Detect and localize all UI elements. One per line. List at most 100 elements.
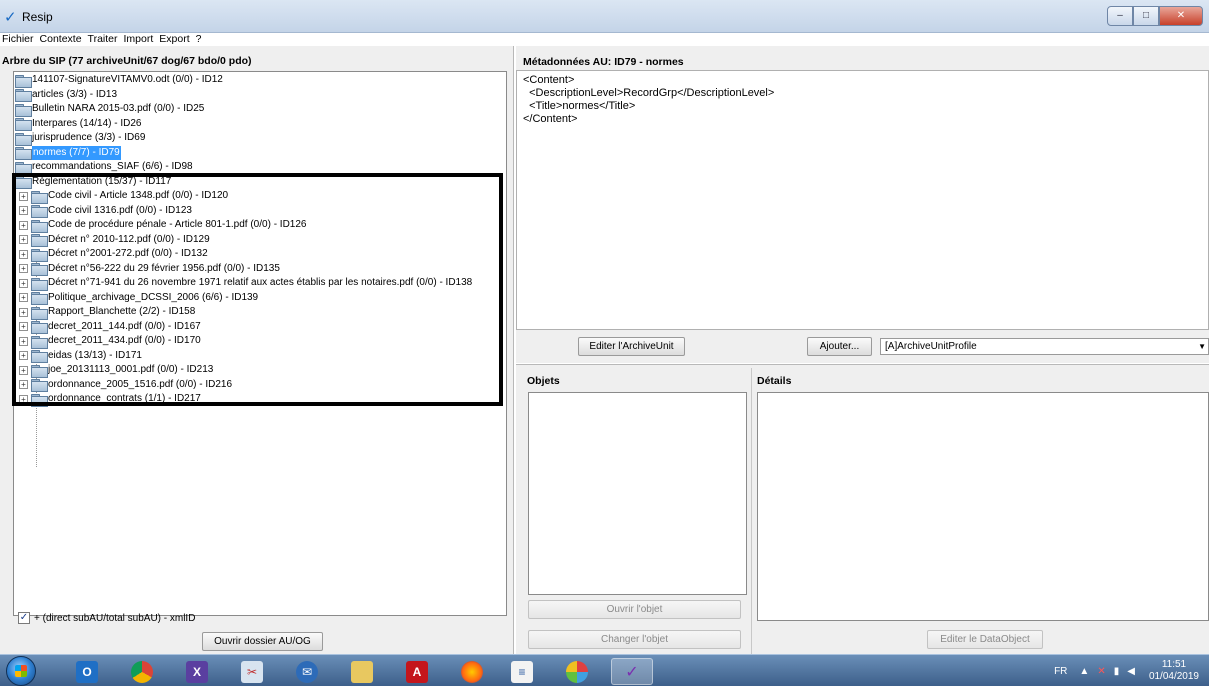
xmlid-checkbox[interactable]: ✓ bbox=[18, 612, 30, 624]
start-button[interactable] bbox=[6, 656, 36, 686]
details-header: Détails bbox=[757, 375, 792, 387]
tree-child-node[interactable]: + Décret n° 2010-112.pdf (0/0) - ID129 bbox=[19, 233, 210, 247]
tree-node[interactable]: normes (7/7) - ID79 bbox=[15, 145, 121, 160]
taskbar-explorer[interactable] bbox=[341, 658, 383, 685]
taskbar-thunderbird[interactable]: ✉ bbox=[286, 658, 328, 685]
expand-icon[interactable]: + bbox=[19, 394, 28, 404]
tree-node[interactable]: articles (3/3) - ID13 bbox=[15, 88, 117, 102]
folder-icon bbox=[31, 321, 48, 334]
tree-node-label: decret_2011_434.pdf (0/0) - ID170 bbox=[48, 335, 201, 346]
dropdown-arrow-icon: ▼ bbox=[1198, 342, 1206, 351]
taskbar-outlook[interactable]: O bbox=[66, 658, 108, 685]
tree-node[interactable]: recommandations_SIAF (6/6) - ID98 bbox=[15, 160, 193, 175]
title-bar: ✓ Resip – □ ✕ bbox=[0, 0, 1209, 33]
tree-child-node[interactable]: + Rapport_Blanchette (2/2) - ID158 bbox=[19, 305, 195, 320]
xmlid-option[interactable]: ✓ + (direct subAU/total subAU) - xmlID bbox=[18, 612, 195, 624]
tree-node-label: 141107-SignatureVITAMV0.odt (0/0) - ID12 bbox=[32, 74, 223, 85]
expand-icon[interactable]: + bbox=[19, 249, 28, 259]
tree-child-node[interactable]: + Code de procédure pénale - Article 801-… bbox=[19, 218, 307, 233]
tree-child-node[interactable]: + Code civil - Article 1348.pdf (0/0) - I… bbox=[19, 189, 228, 204]
menu-export[interactable]: Export bbox=[156, 33, 192, 46]
tree-node[interactable]: 141107-SignatureVITAMV0.odt (0/0) - ID12 bbox=[15, 73, 223, 88]
object-details[interactable] bbox=[757, 392, 1209, 621]
expand-icon[interactable]: + bbox=[19, 336, 28, 346]
tree-child-node[interactable]: + ordonnance_2005_1516.pdf (0/0) - ID216 bbox=[19, 378, 232, 392]
tree-child-node[interactable]: + Décret n°56-222 du 29 février 1956.pdf … bbox=[19, 262, 280, 276]
maximize-button[interactable]: □ bbox=[1133, 6, 1159, 26]
taskbar-snipping[interactable]: ✂ bbox=[231, 658, 273, 685]
tree-node-label: joe_20131113_0001.pdf (0/0) - ID213 bbox=[48, 364, 214, 375]
x-app-icon: X bbox=[186, 660, 208, 683]
edit-dataobject-button[interactable]: Editer le DataObject bbox=[927, 630, 1043, 649]
taskbar-paint[interactable] bbox=[556, 658, 598, 685]
xml-line: <DescriptionLevel>RecordGrp</Description… bbox=[523, 87, 775, 99]
archiveunit-profile-select[interactable]: [A]ArchiveUnitProfile ▼ bbox=[880, 338, 1209, 355]
menu-import[interactable]: Import bbox=[121, 33, 157, 46]
clock[interactable]: 11:51 01/04/2019 bbox=[1149, 659, 1199, 683]
tree-node-label: decret_2011_144.pdf (0/0) - ID167 bbox=[48, 320, 201, 332]
folder-icon bbox=[31, 379, 48, 392]
tree-node[interactable]: jurisprudence (3/3) - ID69 bbox=[15, 131, 146, 146]
app-check-icon: ✓ bbox=[4, 9, 17, 26]
tree-node[interactable]: Interpares (14/14) - ID26 bbox=[15, 117, 142, 131]
tree-node-label: jurisprudence (3/3) - ID69 bbox=[32, 132, 146, 143]
expand-icon[interactable]: + bbox=[19, 293, 28, 302]
expand-icon[interactable]: + bbox=[19, 380, 28, 389]
folder-icon bbox=[31, 190, 48, 204]
tree-child-node[interactable]: + Code civil 1316.pdf (0/0) - ID123 bbox=[19, 204, 192, 218]
taskbar: O X ✂ ✉ A ≡ ✓ FR ▲ ✕ ▮ ◀ 11:51 01/04/201… bbox=[0, 654, 1209, 686]
change-object-button[interactable]: Changer l'objet bbox=[528, 630, 741, 649]
taskbar-resip[interactable]: ✓ bbox=[611, 658, 653, 685]
tree-node-label: Bulletin NARA 2015-03.pdf (0/0) - ID25 bbox=[32, 103, 205, 114]
minimize-button[interactable]: – bbox=[1107, 6, 1133, 26]
taskbar-chrome[interactable] bbox=[121, 658, 163, 685]
expand-icon[interactable]: + bbox=[19, 322, 28, 331]
expand-icon[interactable]: + bbox=[19, 307, 28, 317]
tree-child-node[interactable]: + ordonnance_contrats (1/1) - ID217 bbox=[19, 392, 201, 407]
close-button[interactable]: ✕ bbox=[1159, 6, 1203, 26]
objects-list[interactable] bbox=[528, 392, 747, 595]
expand-icon[interactable]: + bbox=[19, 220, 28, 230]
tree-node[interactable]: Réglementation (15/37) - ID117 bbox=[15, 175, 171, 189]
edit-archiveunit-button[interactable]: Editer l'ArchiveUnit bbox=[578, 337, 685, 356]
expand-icon[interactable]: + bbox=[19, 191, 28, 201]
tree-child-node[interactable]: + decret_2011_144.pdf (0/0) - ID167 bbox=[19, 320, 201, 334]
sip-tree[interactable]: 141107-SignatureVITAMV0.odt (0/0) - ID12… bbox=[13, 71, 507, 616]
taskbar-x-app[interactable]: X bbox=[176, 658, 218, 685]
tree-node-label: Décret n°71-941 du 26 novembre 1971 rela… bbox=[48, 277, 473, 288]
tree-child-node[interactable]: + Décret n°2001-272.pdf (0/0) - ID132 bbox=[19, 247, 208, 262]
tree-child-node[interactable]: + Décret n°71-941 du 26 novembre 1971 rel… bbox=[19, 276, 473, 291]
taskbar-document[interactable]: ≡ bbox=[501, 658, 543, 685]
tree-node-label: Code de procédure pénale - Article 801-1… bbox=[48, 219, 307, 230]
folder-icon bbox=[15, 89, 32, 102]
signal-icon[interactable]: ▮ bbox=[1114, 666, 1120, 677]
tree-child-node[interactable]: + decret_2011_434.pdf (0/0) - ID170 bbox=[19, 334, 201, 349]
tree-node-label: ordonnance_2005_1516.pdf (0/0) - ID216 bbox=[48, 378, 233, 390]
expand-icon[interactable]: + bbox=[19, 264, 28, 273]
open-au-og-folder-button[interactable]: Ouvrir dossier AU/OG bbox=[202, 632, 323, 651]
expand-icon[interactable]: + bbox=[19, 351, 28, 360]
expand-icon[interactable]: + bbox=[19, 365, 28, 375]
expand-icon[interactable]: + bbox=[19, 235, 28, 244]
metadata-xml-editor[interactable]: <Content> <DescriptionLevel>RecordGrp</D… bbox=[516, 70, 1209, 330]
folder-icon bbox=[15, 176, 32, 189]
tree-child-node[interactable]: + joe_20131113_0001.pdf (0/0) - ID213 bbox=[19, 363, 214, 378]
add-button[interactable]: Ajouter... bbox=[807, 337, 872, 356]
folder-icon bbox=[15, 103, 32, 117]
volume-icon[interactable]: ◀ bbox=[1127, 666, 1135, 677]
expand-icon[interactable]: + bbox=[19, 278, 28, 288]
menu-contexte[interactable]: Contexte bbox=[37, 33, 85, 46]
taskbar-firefox[interactable] bbox=[451, 658, 493, 685]
tree-child-node[interactable]: + Politique_archivage_DCSSI_2006 (6/6) - … bbox=[19, 291, 258, 305]
expand-icon[interactable]: + bbox=[19, 206, 28, 215]
network-alert-icon[interactable]: ✕ bbox=[1097, 666, 1105, 677]
menu-traiter[interactable]: Traiter bbox=[85, 33, 121, 46]
show-hidden-icons-icon[interactable]: ▲ bbox=[1079, 666, 1089, 677]
open-object-button[interactable]: Ouvrir l'objet bbox=[528, 600, 741, 619]
language-indicator[interactable]: FR bbox=[1054, 666, 1067, 677]
menu-help[interactable]: ? bbox=[193, 33, 205, 46]
tree-child-node[interactable]: + eidas (13/13) - ID171 bbox=[19, 349, 142, 363]
tree-node[interactable]: Bulletin NARA 2015-03.pdf (0/0) - ID25 bbox=[15, 102, 205, 117]
taskbar-acrobat[interactable]: A bbox=[396, 658, 438, 685]
menu-fichier[interactable]: Fichier bbox=[0, 33, 37, 46]
